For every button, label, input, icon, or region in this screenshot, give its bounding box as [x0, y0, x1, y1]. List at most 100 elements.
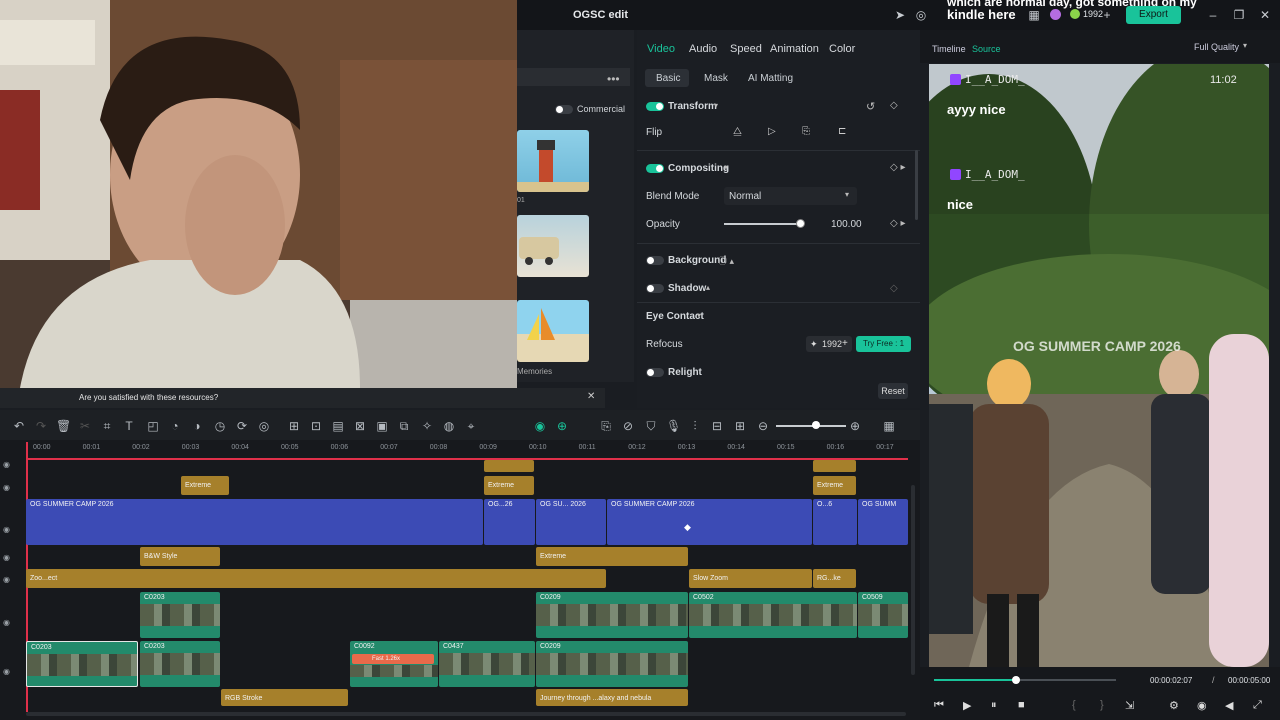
- video-clip-c0203[interactable]: C0203: [140, 592, 220, 638]
- opacity-slider-handle[interactable]: [796, 219, 805, 228]
- effect-clip-journey[interactable]: Journey through ...alaxy and nebula: [536, 689, 688, 706]
- crop-tool-icon[interactable]: ⌗: [100, 419, 114, 433]
- zoom-slider-track[interactable]: [776, 425, 846, 427]
- link-icon[interactable]: ⎘: [599, 419, 613, 433]
- tab-video[interactable]: Video: [647, 43, 675, 55]
- title-clip[interactable]: OG SUMMER CAMP 2026: [26, 499, 483, 545]
- minimize-icon[interactable]: –: [1206, 8, 1220, 22]
- work-area-bar[interactable]: [26, 458, 908, 460]
- captions-icon[interactable]: ⊟: [710, 419, 724, 433]
- insert-icon[interactable]: ⇲: [1125, 699, 1134, 712]
- subtab-basic[interactable]: Basic: [656, 73, 680, 84]
- export-button[interactable]: Export: [1126, 6, 1181, 24]
- effect-clip-slow-zoom[interactable]: Slow Zoom: [689, 569, 812, 588]
- split-icon[interactable]: ⊞: [287, 419, 301, 433]
- zoom-out-icon[interactable]: ⊖: [756, 419, 770, 433]
- magnet-icon[interactable]: ⊕: [555, 419, 569, 433]
- props-scrollbar[interactable]: [915, 150, 918, 220]
- subtitle-icon[interactable]: ⊞: [733, 419, 747, 433]
- grid-view-icon[interactable]: ▦: [882, 419, 896, 433]
- relight-label[interactable]: Relight: [668, 367, 702, 378]
- compositing-keyframe-icon[interactable]: ◇ ▸: [890, 162, 906, 173]
- reset-transform-icon[interactable]: ↺: [866, 100, 875, 113]
- timer-icon[interactable]: ◷: [213, 419, 227, 433]
- auto-icon[interactable]: ⊘: [621, 419, 635, 433]
- effect-clip[interactable]: [484, 460, 534, 472]
- shadow-chevron-icon[interactable]: ▴: [706, 283, 710, 292]
- redo-icon[interactable]: ↷: [34, 419, 48, 433]
- info-icon[interactable]: ⓘ ▴: [718, 254, 734, 267]
- opacity-slider-track[interactable]: [724, 223, 802, 225]
- commercial-toggle[interactable]: [555, 105, 573, 114]
- speed-icon[interactable]: ◔: [168, 419, 182, 433]
- headset-icon[interactable]: ◎: [914, 8, 928, 22]
- scale-icon[interactable]: ⊠: [353, 419, 367, 433]
- video-clip-c0209[interactable]: C0209: [536, 592, 688, 638]
- keyframe-icon[interactable]: ◇: [890, 100, 898, 111]
- transform-toggle[interactable]: [646, 102, 664, 111]
- effect-clip-rgb-stroke[interactable]: RGB Stroke: [221, 689, 348, 706]
- track-visibility-icon[interactable]: ◉: [3, 553, 13, 563]
- subtab-ai-matting[interactable]: AI Matting: [748, 73, 793, 84]
- effect-clip-extreme[interactable]: Extreme: [813, 476, 856, 495]
- tab-audio[interactable]: Audio: [689, 43, 717, 55]
- transform-label[interactable]: Transform: [668, 101, 717, 112]
- video-clip-c0502[interactable]: C0502: [689, 592, 857, 638]
- track-visibility-icon[interactable]: ◉: [3, 667, 13, 677]
- title-clip[interactable]: O...6: [813, 499, 857, 545]
- mixer-icon[interactable]: ⫶: [688, 419, 702, 433]
- prev-frame-icon[interactable]: ⏮: [934, 699, 944, 712]
- track-visibility-icon[interactable]: ◉: [3, 575, 13, 585]
- undo-icon[interactable]: ↶: [12, 419, 26, 433]
- wand-icon[interactable]: ✧: [420, 419, 434, 433]
- microphone-icon[interactable]: 🎙: [666, 419, 681, 433]
- close-window-icon[interactable]: ✕: [1258, 8, 1272, 22]
- restore-icon[interactable]: ❐: [1232, 8, 1246, 22]
- relight-toggle[interactable]: [646, 368, 664, 377]
- reset-button[interactable]: Reset: [878, 383, 908, 399]
- shadow-toggle[interactable]: [646, 284, 664, 293]
- volume-icon[interactable]: ◀: [1225, 699, 1233, 712]
- cut-icon[interactable]: ✂: [78, 419, 92, 433]
- timeline-scrollbar[interactable]: [26, 712, 906, 716]
- effect-clip-bw[interactable]: B&W Style: [140, 547, 220, 566]
- opacity-value[interactable]: 100.00: [831, 219, 862, 230]
- background-toggle[interactable]: [646, 256, 664, 265]
- video-preview[interactable]: [929, 64, 1269, 667]
- fullscreen-icon[interactable]: ⤢: [1253, 699, 1262, 712]
- mask-tool-icon[interactable]: ◍: [442, 419, 456, 433]
- opacity-keyframe-icon[interactable]: ◇ ▸: [890, 218, 906, 229]
- mark-in-icon[interactable]: {: [1072, 699, 1076, 711]
- shield-icon[interactable]: ⛉: [644, 419, 658, 433]
- delete-icon[interactable]: 🗑: [56, 419, 71, 433]
- tab-color[interactable]: Color: [829, 43, 855, 55]
- title-clip[interactable]: OG SU... 2026: [536, 499, 606, 545]
- title-clip[interactable]: OG...26: [484, 499, 535, 545]
- plus-icon[interactable]: +: [842, 338, 848, 349]
- shadow-keyframe-icon[interactable]: ◇: [890, 283, 898, 294]
- avatar[interactable]: [1050, 9, 1061, 20]
- subtab-mask[interactable]: Mask: [704, 73, 728, 84]
- chart-icon[interactable]: ▤: [331, 419, 345, 433]
- shadow-label[interactable]: Shadow: [668, 283, 706, 294]
- compositing-toggle[interactable]: [646, 164, 664, 173]
- transform-chevron-icon[interactable]: ▾: [714, 101, 718, 110]
- compositing-chevron-icon[interactable]: ▾: [724, 163, 728, 172]
- title-clip[interactable]: OG SUMMER CAMP 2026: [607, 499, 812, 545]
- timeline-vertical-scrollbar[interactable]: [911, 485, 915, 675]
- video-clip-c0203-selected[interactable]: C0203: [26, 641, 138, 687]
- effect-clip-rg[interactable]: RG...ke: [813, 569, 856, 588]
- send-icon[interactable]: ➤: [893, 8, 907, 22]
- title-clip[interactable]: OG SUMM: [858, 499, 908, 545]
- track-visibility-icon[interactable]: ◉: [3, 483, 13, 493]
- media-thumb-van[interactable]: [517, 215, 589, 277]
- color-icon[interactable]: ◑: [190, 419, 204, 433]
- viewer-tab-timeline[interactable]: Timeline: [932, 44, 966, 54]
- eye-contact-chevron-icon[interactable]: ▾: [697, 311, 701, 320]
- video-clip-c0203[interactable]: C0203: [140, 641, 220, 687]
- crop-icon[interactable]: ⊏: [838, 126, 846, 137]
- ai-tool-icon[interactable]: ⊡: [309, 419, 323, 433]
- stop-icon[interactable]: ■: [1018, 699, 1025, 711]
- tracking-icon[interactable]: ⌖: [464, 419, 478, 433]
- flip-vertical-icon[interactable]: ⧋: [733, 126, 742, 137]
